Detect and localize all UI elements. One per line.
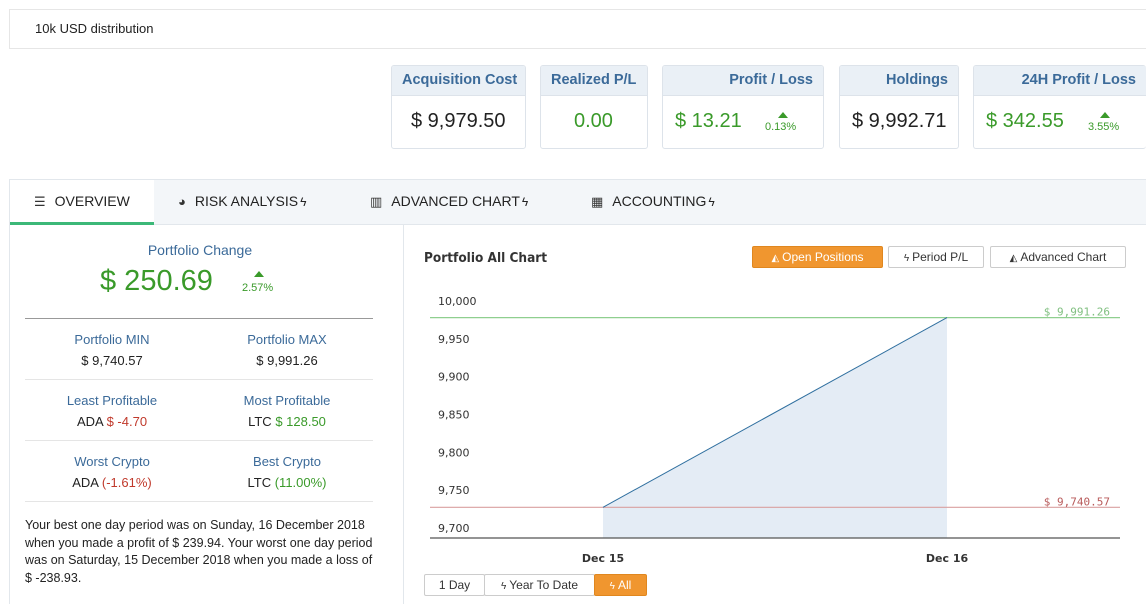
y-tick-label: 10,000 bbox=[438, 295, 477, 308]
card-realized-pl: Realized P/L 0.00 bbox=[540, 65, 648, 149]
up-arrow-icon bbox=[254, 271, 264, 277]
divider bbox=[25, 501, 373, 502]
tab-bar: ☰ OVERVIEW ◕ RISK ANALYSIS ϟ ▥ ADVANCED CHAR… bbox=[9, 179, 1146, 225]
y-tick-label: 9,950 bbox=[438, 333, 470, 346]
x-tick-label: Dec 15 bbox=[582, 552, 624, 565]
portfolio-title: 10k USD distribution bbox=[35, 21, 154, 36]
range-all-button[interactable]: ϟ All bbox=[594, 574, 647, 596]
most-profitable-value: LTC $ 128.50 bbox=[202, 414, 372, 429]
card-value: 0.00 bbox=[574, 110, 613, 132]
coin-symbol: ADA bbox=[72, 475, 99, 490]
tab-label: ACCOUNTING bbox=[612, 193, 707, 209]
coin-percent: (11.00%) bbox=[274, 475, 327, 490]
card-label: Profit / Loss bbox=[663, 66, 823, 96]
tab-risk-analysis[interactable]: ◕ RISK ANALYSIS ϟ bbox=[178, 180, 348, 225]
performance-summary: Your best one day period was on Sunday, … bbox=[25, 518, 373, 585]
card-value: $ 9,992.71 bbox=[852, 110, 947, 132]
most-profitable-label: Most Profitable bbox=[243, 393, 331, 408]
divider bbox=[25, 379, 373, 380]
range-year-to-date-button[interactable]: ϟ Year To Date bbox=[484, 574, 595, 596]
least-profitable-value: ADA $ -4.70 bbox=[27, 414, 197, 429]
portfolio-header: 10k USD distribution bbox=[9, 9, 1146, 49]
y-tick-label: 9,850 bbox=[438, 409, 470, 422]
bolt-icon: ϟ bbox=[521, 195, 529, 209]
worst-crypto-value: ADA (-1.61%) bbox=[27, 475, 197, 490]
least-profitable-label: Least Profitable bbox=[66, 393, 158, 408]
tab-label: OVERVIEW bbox=[54, 193, 130, 209]
coin-symbol: ADA bbox=[76, 414, 103, 429]
portfolio-change-value: $ 250.69 bbox=[100, 265, 213, 297]
best-crypto-value: LTC (11.00%) bbox=[202, 475, 372, 490]
divider bbox=[25, 440, 373, 441]
portfolio-max-label: Portfolio MAX bbox=[247, 332, 327, 347]
card-value: $ 9,979.50 bbox=[411, 110, 506, 132]
coin-symbol: LTC bbox=[248, 414, 272, 429]
bolt-icon: ϟ bbox=[300, 195, 307, 209]
card-acquisition-cost: Acquisition Cost $ 9,979.50 bbox=[391, 65, 526, 149]
card-profit-loss: Profit / Loss $ 13.21 0.13% bbox=[662, 65, 824, 149]
card-label: Acquisition Cost bbox=[392, 66, 525, 96]
up-arrow-icon bbox=[778, 112, 788, 118]
bar-chart-icon: ▥ bbox=[370, 194, 383, 209]
tab-label: ADVANCED CHART bbox=[391, 193, 520, 209]
bolt-icon: ϟ bbox=[708, 195, 715, 209]
card-24h-profit-loss: 24H Profit / Loss $ 342.55 3.55% bbox=[973, 65, 1146, 149]
max-reference-label: $ 9,991.26 bbox=[1044, 306, 1110, 319]
bolt-icon: ϟ bbox=[500, 581, 507, 592]
worst-crypto-label: Worst Crypto bbox=[74, 454, 150, 469]
up-arrow-icon bbox=[1100, 112, 1110, 118]
x-tick-label: Dec 16 bbox=[926, 552, 969, 565]
pie-chart-icon: ◕ bbox=[178, 194, 186, 209]
tab-accounting[interactable]: ▦ ACCOUNTING ϟ bbox=[591, 180, 751, 225]
card-value: $ 342.55 bbox=[986, 110, 1064, 132]
portfolio-min-value: $ 9,740.57 bbox=[81, 353, 143, 368]
divider bbox=[25, 318, 373, 319]
coin-symbol: LTC bbox=[247, 475, 272, 490]
coin-amount: $ -4.70 bbox=[106, 414, 148, 429]
coin-amount: $ 128.50 bbox=[275, 414, 326, 429]
tab-label: RISK ANALYSIS bbox=[194, 193, 299, 209]
y-tick-label: 9,700 bbox=[438, 522, 470, 535]
coin-percent: (-1.61%) bbox=[101, 475, 152, 490]
button-label: All bbox=[617, 578, 632, 592]
portfolio-change-label: Portfolio Change bbox=[147, 242, 253, 258]
y-tick-label: 9,800 bbox=[438, 446, 470, 459]
button-label: 1 Day bbox=[438, 578, 471, 592]
card-value: $ 13.21 bbox=[675, 110, 742, 132]
portfolio-area-chart: $ 9,991.26 $ 9,740.57 10,000 9,950 9,900 9,85… bbox=[430, 295, 1120, 565]
y-tick-label: 9,750 bbox=[438, 484, 470, 497]
list-icon: ☰ bbox=[34, 194, 46, 209]
portfolio-max-value: $ 9,991.26 bbox=[256, 353, 318, 368]
card-percent: 3.55% bbox=[1088, 121, 1120, 133]
min-reference-label: $ 9,740.57 bbox=[1044, 495, 1110, 508]
portfolio-stats-panel: Portfolio Change $ 250.69 2.57% Portfoli… bbox=[9, 225, 404, 604]
card-label: Holdings bbox=[840, 66, 958, 96]
chart-panel: Portfolio All Chart ◭ Open Positions ϟ Per… bbox=[404, 225, 1146, 604]
tab-overview[interactable]: ☰ OVERVIEW bbox=[10, 180, 154, 225]
portfolio-min-label: Portfolio MIN bbox=[74, 332, 150, 347]
bolt-icon: ϟ bbox=[609, 581, 615, 592]
area-fill bbox=[603, 317, 947, 538]
card-label: 24H Profit / Loss bbox=[974, 66, 1146, 96]
card-holdings: Holdings $ 9,992.71 bbox=[839, 65, 959, 149]
card-label: Realized P/L bbox=[541, 66, 647, 96]
card-percent: 0.13% bbox=[765, 121, 797, 133]
range-1-day-button[interactable]: 1 Day bbox=[424, 574, 485, 596]
portfolio-change-percent: 2.57% bbox=[242, 282, 274, 294]
best-crypto-label: Best Crypto bbox=[253, 454, 321, 469]
y-tick-label: 9,900 bbox=[438, 371, 470, 384]
calculator-icon: ▦ bbox=[591, 194, 604, 209]
tab-advanced-chart[interactable]: ▥ ADVANCED CHART ϟ bbox=[370, 180, 560, 225]
button-label: Year To Date bbox=[509, 578, 578, 592]
